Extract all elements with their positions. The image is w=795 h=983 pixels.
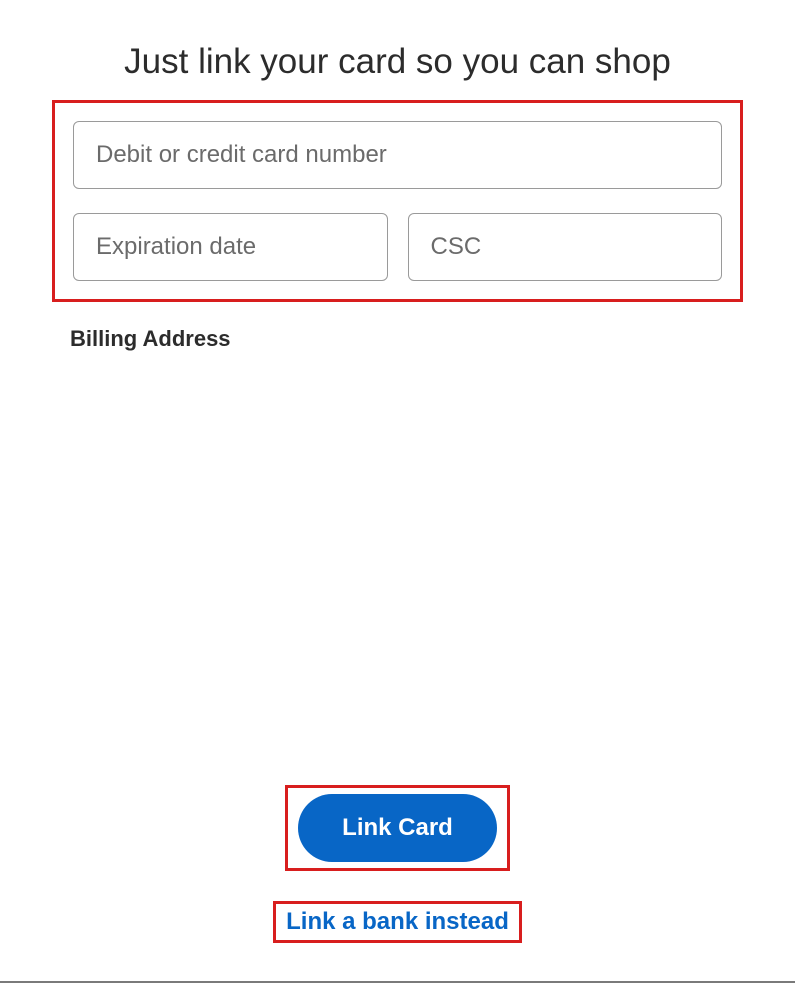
card-number-input[interactable] <box>73 121 722 189</box>
page-title: Just link your card so you can shop <box>0 0 795 100</box>
link-bank-highlight: Link a bank instead <box>273 901 522 943</box>
billing-address-label: Billing Address <box>70 326 795 352</box>
link-card-button[interactable]: Link Card <box>298 794 497 862</box>
card-inputs-highlight <box>52 100 743 302</box>
link-card-highlight: Link Card <box>285 785 510 871</box>
expiration-input[interactable] <box>73 213 388 281</box>
csc-input[interactable] <box>408 213 723 281</box>
actions-area: Link Card Link a bank instead <box>0 785 795 943</box>
link-bank-instead-link[interactable]: Link a bank instead <box>286 908 509 935</box>
card-details-row <box>73 213 722 281</box>
